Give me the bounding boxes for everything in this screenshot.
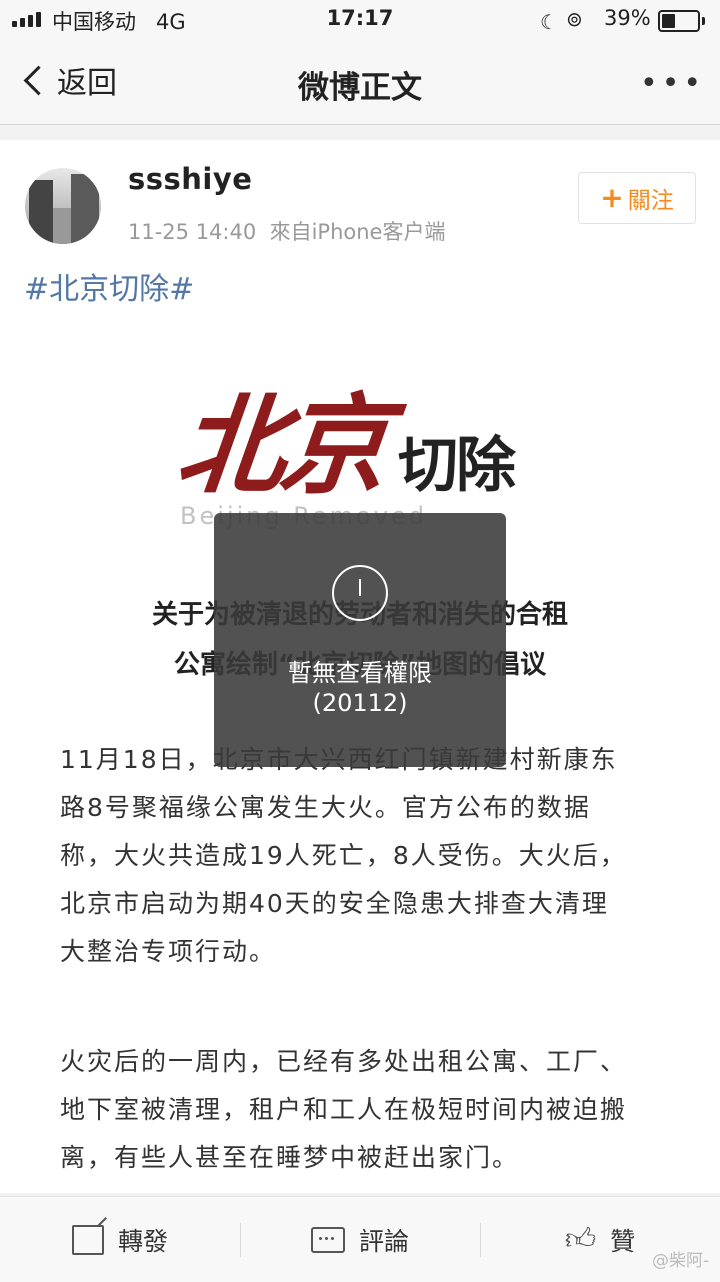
logo-black-text: 切除 [398, 431, 516, 501]
follow-label: 關注 [627, 188, 674, 214]
poster-paragraph-2: 火灾后的一周内，已经有多处出租公寓、工厂、 地下室被清理，租户和工人在极短时间内… [60, 1038, 660, 1182]
action-bar: 轉發 評論 👍︎ 贊 [0, 1196, 720, 1282]
permission-message: 暫無查看權限 [288, 659, 432, 687]
paragraph-line: 路8号聚福缘公寓发生大火。官方公布的数据 [60, 793, 591, 822]
plus-icon: + [600, 181, 624, 214]
paragraph-line: 地下室被清理，租户和工人在极短时间内被迫搬 [60, 1095, 628, 1124]
hashtag-link[interactable]: #北京切除# [24, 264, 194, 308]
permission-toast: 暫無查看權限 (20112) [214, 513, 506, 767]
repost-icon [71, 1224, 104, 1255]
battery-percent: 39% [604, 6, 651, 30]
paragraph-line: 称，大火共造成19人死亡，8人受伤。大火后， [60, 841, 627, 870]
error-code: (20112) [312, 689, 408, 717]
paragraph-line: 大整治专项行动。 [60, 937, 277, 966]
do-not-disturb-icon: ☾ [540, 10, 558, 34]
comment-label: 評論 [358, 1226, 409, 1256]
poster-paragraph-1: 11月18日，北京市大兴西红门镇新建村新康东 路8号聚福缘公寓发生大火。官方公布… [60, 736, 660, 976]
battery-icon [658, 10, 705, 32]
post-meta: 11-25 14:40 來自iPhone客户端 [128, 216, 445, 246]
follow-button[interactable]: + 關注 [578, 172, 696, 224]
rotation-lock-icon: ⊚ [566, 7, 583, 31]
status-bar: 中国移动 4G 17:17 ☾ ⊚ 39% [0, 0, 720, 40]
logo-red-text: 北京 [171, 383, 389, 509]
paragraph-line: 火灾后的一周内，已经有多处出租公寓、工厂、 [60, 1047, 628, 1076]
post-source: 來自iPhone客户端 [269, 220, 446, 244]
more-options-icon[interactable]: ••• [640, 66, 705, 101]
thumbs-up-icon: 👍︎ [564, 1221, 597, 1257]
post-date: 11-25 14:40 [128, 220, 257, 244]
username[interactable]: ssshiye [128, 162, 252, 196]
comment-icon [310, 1226, 345, 1253]
repost-button[interactable]: 轉發 [0, 1197, 240, 1282]
paragraph-line: 北京市启动为期40天的安全隐患大排查大清理 [60, 889, 609, 918]
nav-bar: 返回 微博正文 ••• [0, 40, 720, 125]
repost-label: 轉發 [117, 1226, 168, 1256]
comment-button[interactable]: 評論 [240, 1197, 480, 1282]
post-image[interactable]: 北京 切除 Beijing Removed 关于为被清退的劳动者和消失的合租 公… [0, 356, 720, 1193]
page-title: 微博正文 [298, 70, 422, 106]
watermark: @柴阿- [652, 1251, 710, 1271]
avatar[interactable] [25, 168, 101, 244]
paragraph-line: 离，有些人甚至在睡梦中被赶出家门。 [60, 1143, 520, 1172]
clock-icon [332, 565, 388, 621]
like-label: 贊 [610, 1226, 636, 1256]
